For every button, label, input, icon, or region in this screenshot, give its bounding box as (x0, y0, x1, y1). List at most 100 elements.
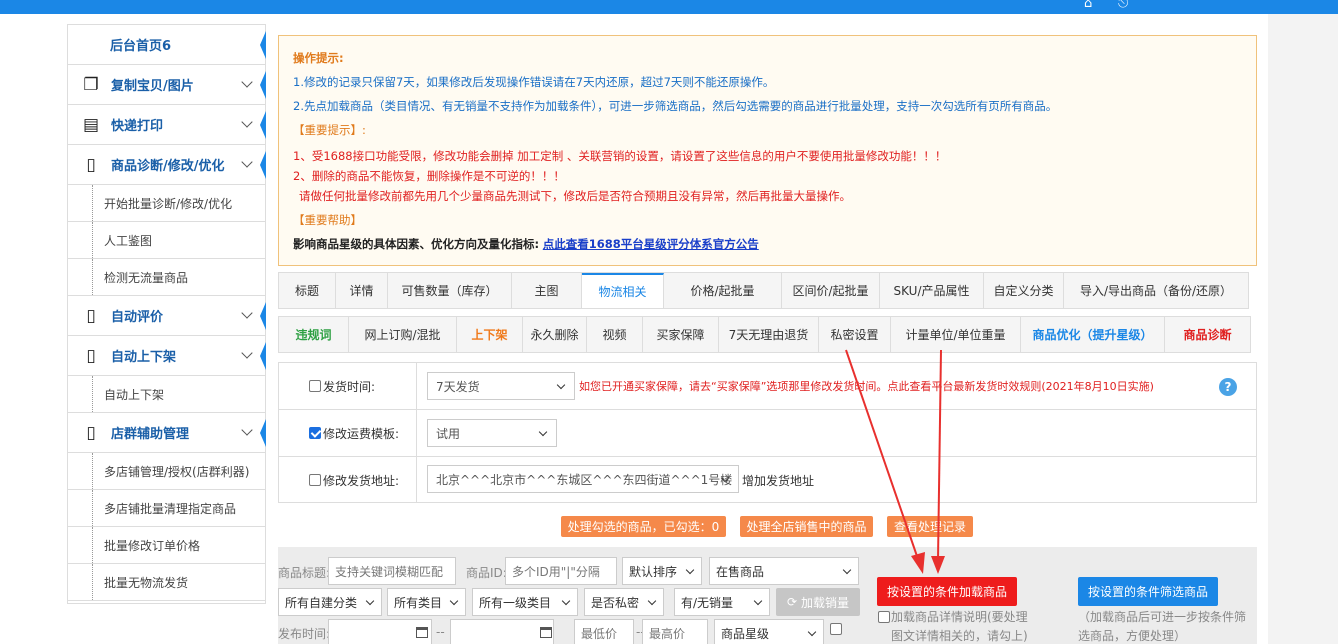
add-address-link[interactable]: 增加发货地址 (742, 472, 814, 489)
tab-permanent-delete[interactable]: 永久删除 (523, 317, 587, 352)
tab-sku[interactable]: SKU/产品属性 (880, 273, 984, 308)
filter-panel: 商品标题: 支持关键词模糊匹配 商品ID: 多个ID用"|"分隔 默认排序 在售… (278, 547, 1257, 644)
tab-range-price[interactable]: 区间价/起批量 (782, 273, 880, 308)
tab-price[interactable]: 价格/起批量 (664, 273, 782, 308)
chevron-down-icon (241, 156, 253, 168)
tab-detail[interactable]: 详情 (336, 273, 388, 308)
address-checkbox[interactable] (309, 474, 321, 486)
sidebar-item-auto-review[interactable]: ▯ 自动评价 (68, 296, 266, 336)
logout-icon[interactable]: ⎋ (1118, 0, 1134, 10)
star-select[interactable]: 商品星级 (714, 619, 824, 644)
sidebar-item-print[interactable]: ▤ 快递打印 (68, 105, 266, 145)
view-records-button[interactable]: 查看处理记录 (887, 516, 973, 537)
sidebar-item-label: 快递打印 (111, 119, 164, 134)
ship-time-label[interactable]: 发货时间: (279, 363, 417, 409)
tab-online-order[interactable]: 网上订购/混批 (349, 317, 457, 352)
sidebar-subitem-auto-listing[interactable]: 自动上下架 (68, 376, 265, 413)
tab-main-image[interactable]: 主图 (512, 273, 582, 308)
own-category-select[interactable]: 所有自建分类 (278, 588, 382, 616)
form-row-address: 修改发货地址: 北京^^^北京市^^^东城区^^^东四街道^^^1号楼 增加发货… (279, 457, 1256, 503)
sidebar-item-home[interactable]: 后台首页6 (68, 25, 266, 65)
calendar-icon[interactable] (540, 627, 552, 638)
copy-icon: ❐ (83, 74, 99, 95)
tab-buyer-protection[interactable]: 买家保障 (643, 317, 719, 352)
star-rating-link[interactable]: 点此查看1688平台星级评分体系官方公告 (543, 237, 759, 251)
freight-template-select[interactable]: 试用 (427, 419, 557, 447)
sidebar-subitem-no-traffic[interactable]: 检测无流量商品 (68, 259, 265, 296)
sidebar-subitem-no-logistics[interactable]: 批量无物流发货 (68, 564, 265, 601)
ship-time-checkbox[interactable] (309, 380, 321, 392)
filter-by-conditions-button[interactable]: 按设置的条件筛选商品 (1078, 577, 1218, 606)
tab-stock[interactable]: 可售数量（库存） (388, 273, 512, 308)
tab-logistics[interactable]: 物流相关 (582, 273, 664, 308)
logistics-form: 发货时间: 7天发货 如您已开通买家保障，请去“买家保障”选项那里修改发货时间。… (278, 362, 1257, 503)
ship-time-select[interactable]: 7天发货 (427, 372, 575, 400)
form-row-freight: 修改运费模板: 试用 (279, 410, 1256, 457)
tab-diagnose[interactable]: 商品诊断 (1165, 317, 1250, 352)
ship-time-note[interactable]: 如您已开通买家保障，请去“买家保障”选项那里修改发货时间。点此查看平台最新发货时… (579, 378, 1154, 394)
printer-icon: ▤ (82, 114, 100, 135)
sidebar: 后台首页6 ❐ 复制宝贝/图片 ▤ 快递打印 ▯ 商品诊断/修改/优化 开始批量诊断/… (67, 24, 266, 604)
date-separator: -- (436, 625, 445, 639)
tab-unit-weight[interactable]: 计量单位/单位重量 (891, 317, 1021, 352)
tips-warning: 2、删除的商品不能恢复，删除操作是不可逆的！！！ (293, 169, 565, 183)
min-price-input[interactable]: 最低价 (574, 619, 634, 644)
tab-import-export[interactable]: 导入/导出商品（备份/还原） (1064, 273, 1248, 308)
sidebar-item-label: 店群辅助管理 (111, 427, 190, 442)
sales-select[interactable]: 有/无销量 (674, 588, 770, 616)
sidebar-subitem-manual-image[interactable]: 人工鉴图 (68, 222, 265, 259)
tab-video[interactable]: 视频 (587, 317, 643, 352)
tips-warning: 1、受1688接口功能受限，修改功能会删掉 加工定制 、关联营销的设置，请设置了… (293, 149, 947, 163)
sidebar-item-copy[interactable]: ❐ 复制宝贝/图片 (68, 65, 266, 105)
sidebar-subitem-bulk-clean[interactable]: 多店铺批量清理指定商品 (68, 490, 265, 527)
chevron-down-icon (241, 76, 253, 88)
first-category-select[interactable]: 所有一级类目 (472, 588, 578, 616)
clipboard-icon: ▯ (86, 154, 96, 175)
publish-end-input[interactable] (450, 619, 554, 644)
id-filter-input[interactable]: 多个ID用"|"分隔 (505, 557, 617, 585)
chevron-down-icon (647, 596, 657, 606)
tab-bar-primary: 标题 详情 可售数量（库存） 主图 物流相关 价格/起批量 区间价/起批量 SK… (278, 272, 1249, 309)
tab-7day-return[interactable]: 7天无理由退货 (719, 317, 819, 352)
home-icon[interactable]: ⌂ (1084, 0, 1100, 10)
tab-optimize[interactable]: 商品优化（提升星级） (1021, 317, 1165, 352)
sidebar-item-shop-group[interactable]: ▯ 店群辅助管理 (68, 413, 266, 453)
tab-title[interactable]: 标题 (279, 273, 336, 308)
tab-private[interactable]: 私密设置 (819, 317, 891, 352)
freight-label[interactable]: 修改运费模板: (279, 410, 417, 456)
chevron-down-icon (561, 596, 571, 606)
address-label[interactable]: 修改发货地址: (279, 457, 417, 503)
title-filter-input[interactable]: 支持关键词模糊匹配 (328, 557, 456, 585)
category-select[interactable]: 所有类目 (387, 588, 466, 616)
chevron-down-icon (241, 347, 253, 359)
process-all-button[interactable]: 处理全店销售中的商品 (740, 516, 873, 537)
freight-checkbox[interactable] (309, 427, 321, 439)
sidebar-subitem-batch[interactable]: 开始批量诊断/修改/优化 (68, 185, 265, 222)
tips-line: 2.先点加载商品（类目情况、有无销量不支持作为加载条件），可进一步筛选商品，然后… (293, 99, 1058, 113)
chevron-down-icon (449, 596, 459, 606)
sort-select[interactable]: 默认排序 (622, 557, 702, 585)
load-detail-checkbox[interactable] (878, 611, 890, 623)
status-select[interactable]: 在售商品 (709, 557, 859, 585)
chevron-down-icon (556, 380, 566, 390)
private-select[interactable]: 是否私密 (584, 588, 664, 616)
tips-help: 【重要帮助】 (293, 213, 362, 227)
load-by-conditions-button[interactable]: 按设置的条件加载商品 (877, 577, 1017, 606)
tips-line: 1.修改的记录只保留7天，如果修改后发现操作错误请在7天内还原，超过7天则不能还… (293, 75, 775, 89)
chevron-down-icon (685, 565, 695, 575)
calendar-icon[interactable] (416, 627, 428, 638)
sidebar-subitem-multi-shop[interactable]: 多店铺管理/授权(店群利器) (68, 453, 265, 490)
load-sales-button[interactable]: ⟳ 加载销量 (776, 588, 860, 616)
tab-violation-words[interactable]: 违规词 (279, 317, 349, 352)
sidebar-item-auto-listing[interactable]: ▯ 自动上下架 (68, 336, 266, 376)
star-checkbox[interactable] (830, 623, 842, 635)
sidebar-subitem-order-price[interactable]: 批量修改订单价格 (68, 527, 265, 564)
help-icon[interactable]: ? (1219, 378, 1237, 396)
sidebar-item-label: 自动评价 (111, 310, 164, 325)
sidebar-item-diagnose[interactable]: ▯ 商品诊断/修改/优化 (68, 145, 266, 185)
max-price-input[interactable]: 最高价 (642, 619, 708, 644)
tab-custom-category[interactable]: 自定义分类 (984, 273, 1064, 308)
process-checked-button[interactable]: 处理勾选的商品，已勾选：0 (561, 516, 726, 537)
tab-listing[interactable]: 上下架 (457, 317, 523, 352)
address-select[interactable]: 北京^^^北京市^^^东城区^^^东四街道^^^1号楼 (427, 465, 739, 493)
